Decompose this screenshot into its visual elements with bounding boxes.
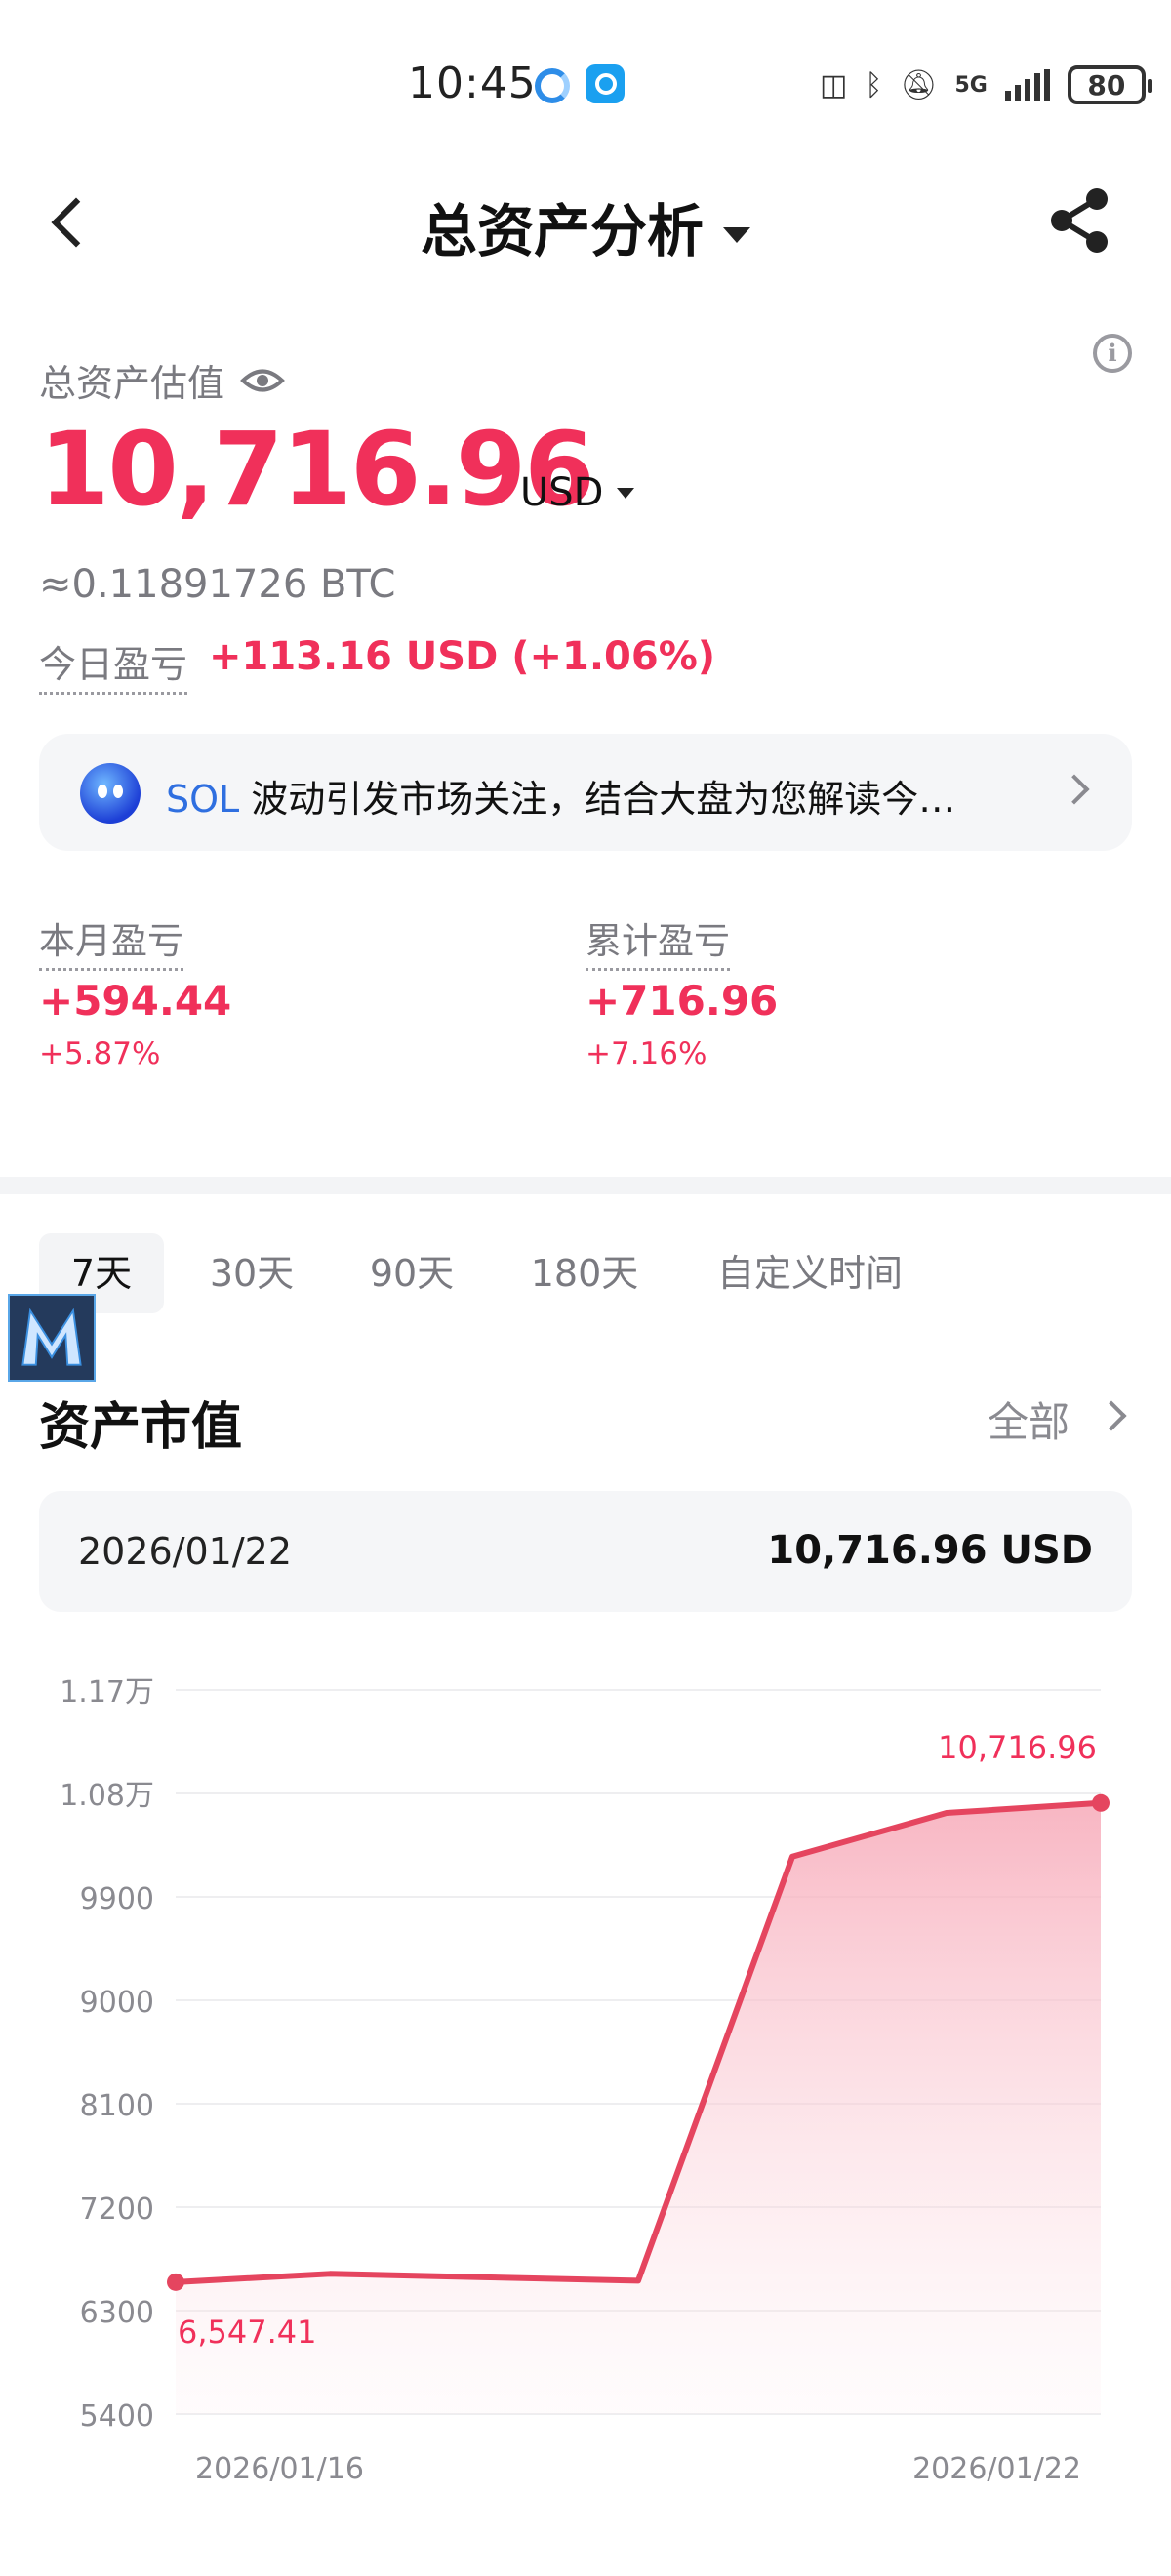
status-bar: 10:45 ◫ ᛒ 🔕︎ 5G 80 <box>0 0 1171 166</box>
y-tick-label: 9900 <box>80 1882 154 1916</box>
monthly-pnl-value: +594.44 <box>39 977 232 1025</box>
signal-icon <box>1004 69 1050 101</box>
watermark-logo-icon <box>8 1294 96 1382</box>
selected-point-summary: 2026/01/22 10,716.96 USD <box>39 1491 1132 1612</box>
monthly-pnl-label[interactable]: 本月盈亏 <box>39 911 183 971</box>
y-tick-label: 1.17万 <box>60 1675 154 1710</box>
y-axis-ticks: 5400 6300 7200 8100 9000 9900 1.08万 1.17万 <box>60 1675 154 2434</box>
data-point <box>167 2273 184 2291</box>
ai-assistant-icon <box>80 763 141 824</box>
x-axis-ticks: 2026/01/16 2026/01/22 <box>195 2452 1081 2486</box>
status-icons: ◫ ᛒ 🔕︎ 5G 80 <box>820 60 1152 109</box>
cumulative-pnl-label[interactable]: 累计盈亏 <box>586 911 730 971</box>
ai-insight-banner[interactable]: SOL 波动引发市场关注，结合大盘为您解读今… <box>39 734 1132 851</box>
eye-icon[interactable] <box>240 366 285 395</box>
total-assets-label-text: 总资产估值 <box>39 362 225 405</box>
y-tick-label: 8100 <box>80 2089 154 2123</box>
max-value-label: 10,716.96 <box>938 1729 1097 1766</box>
y-tick-label: 6300 <box>80 2296 154 2330</box>
data-point <box>1092 1793 1110 1812</box>
search-app-notification-icon <box>586 64 625 103</box>
cumulative-pnl: 累计盈亏 +716.96 +7.16% <box>586 911 778 1071</box>
tab-180d[interactable]: 180天 <box>513 1233 656 1313</box>
cumulative-pnl-percent: +7.16% <box>586 1036 707 1071</box>
currency-selector[interactable]: USD <box>520 470 635 515</box>
y-tick-label: 9000 <box>80 1986 154 2020</box>
cumulative-pnl-value: +716.96 <box>586 977 779 1025</box>
page-title-text: 总资产分析 <box>420 198 704 264</box>
x-tick-label: 2026/01/16 <box>195 2452 364 2486</box>
selected-value: 10,716.96 USD <box>767 1528 1093 1573</box>
section-title: 资产市值 <box>39 1398 243 1457</box>
caret-down-icon <box>723 226 750 243</box>
y-tick-label: 5400 <box>80 2399 154 2434</box>
mute-icon: 🔕︎ <box>900 67 938 102</box>
y-tick-label: 1.08万 <box>60 1779 154 1813</box>
caret-down-icon <box>617 487 635 499</box>
currency-label: USD <box>520 470 604 515</box>
view-all-link[interactable]: 全部 <box>988 1389 1070 1449</box>
btc-equivalent: ≈0.11891726 BTC <box>39 562 396 607</box>
asset-value-chart[interactable]: 5400 6300 7200 8100 9000 9900 1.08万 1.17万 2026/… <box>0 1639 1171 2498</box>
selected-date: 2026/01/22 <box>78 1530 293 1573</box>
top-nav: 总资产分析 <box>0 166 1171 283</box>
browser-notification-icon <box>535 68 570 103</box>
ai-insight-message: 波动引发市场关注，结合大盘为您解读今… <box>239 778 956 821</box>
total-assets-value: 10,716.96 <box>39 410 595 529</box>
tab-90d[interactable]: 90天 <box>351 1233 472 1313</box>
status-time: 10:45 <box>408 59 537 108</box>
min-value-label: 6,547.41 <box>178 2314 317 2351</box>
network-label: 5G <box>954 72 988 98</box>
today-pnl-label[interactable]: 今日盈亏 <box>39 634 188 695</box>
section-divider <box>0 1177 1171 1194</box>
share-icon[interactable] <box>1044 185 1114 256</box>
total-assets-label: 总资产估值 <box>39 353 285 407</box>
battery-icon: 80 <box>1067 65 1152 104</box>
monthly-pnl-percent: +5.87% <box>39 1036 161 1071</box>
x-tick-label: 2026/01/22 <box>912 2452 1081 2486</box>
nfc-icon: ◫ <box>820 67 848 102</box>
y-tick-label: 7200 <box>80 2193 154 2227</box>
page-title[interactable]: 总资产分析 <box>0 185 1171 267</box>
chevron-right-icon <box>1059 774 1090 805</box>
info-icon[interactable]: i <box>1093 334 1132 373</box>
monthly-pnl: 本月盈亏 +594.44 +5.87% <box>39 911 231 1071</box>
chevron-right-icon[interactable] <box>1096 1400 1127 1431</box>
tab-30d[interactable]: 30天 <box>191 1233 312 1313</box>
ai-insight-coin: SOL <box>166 778 240 821</box>
ai-insight-text: SOL 波动引发市场关注，结合大盘为您解读今… <box>166 769 1025 823</box>
today-pnl-value: +113.16 USD (+1.06%) <box>209 634 716 679</box>
tab-custom-range[interactable]: 自定义时间 <box>703 1233 917 1313</box>
bluetooth-icon: ᛒ <box>865 67 883 102</box>
